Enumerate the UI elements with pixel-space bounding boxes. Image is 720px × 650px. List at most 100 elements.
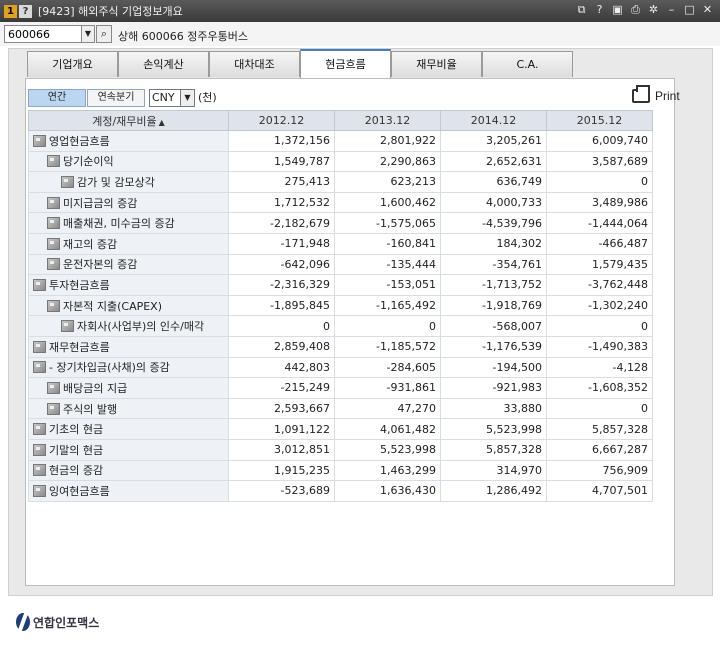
- account-label: 재무현금흐름: [49, 340, 110, 354]
- account-cell[interactable]: 자본적 지출(CAPEX): [28, 294, 229, 317]
- logo-text: 연합인포맥스: [33, 615, 100, 630]
- annual-button[interactable]: 연간: [28, 89, 86, 107]
- chevron-down-icon[interactable]: ▼: [180, 90, 194, 106]
- minimize-icon[interactable]: –: [665, 3, 678, 16]
- tree-node-icon[interactable]: [33, 340, 46, 353]
- value-cell: 2,652,631: [440, 150, 547, 173]
- table-row[interactable]: 운전자본의 증감 -642,096 -135,444 -354,761 1,579,43…: [28, 253, 653, 276]
- table-row[interactable]: 자회사(사업부)의 인수/매각 0 0 -568,007 0: [28, 315, 653, 337]
- account-cell[interactable]: 감가 및 감모상각: [28, 171, 229, 193]
- code-search-button[interactable]: ⌕: [96, 25, 112, 43]
- tree-node-icon[interactable]: [47, 217, 60, 230]
- value-cell: 2,290,863: [334, 150, 441, 173]
- maximize-icon[interactable]: □: [683, 3, 696, 16]
- code-dropdown-button[interactable]: ▼: [81, 25, 95, 43]
- tree-node-icon[interactable]: [33, 423, 46, 436]
- tree-node-icon[interactable]: [33, 134, 46, 147]
- account-cell[interactable]: 주식의 발행: [28, 397, 229, 420]
- table-row[interactable]: 잉여현금흐름 -523,689 1,636,430 1,286,492 4,707,50…: [28, 480, 653, 502]
- value-cell: -135,444: [334, 253, 441, 276]
- table-row[interactable]: 재고의 증감 -171,948 -160,841 184,302 -466,487: [28, 232, 653, 255]
- table-row[interactable]: 재무현금흐름 2,859,408 -1,185,572 -1,176,539 -1,49…: [28, 335, 653, 358]
- account-cell[interactable]: 운전자본의 증감: [28, 253, 229, 276]
- table-row[interactable]: 현금의 증감 1,915,235 1,463,299 314,970 756,909: [28, 459, 653, 482]
- table-row[interactable]: 미지급금의 증감 1,712,532 1,600,462 4,000,733 3,489…: [28, 191, 653, 214]
- settings-icon[interactable]: ✲: [647, 3, 660, 16]
- help-badge[interactable]: ?: [19, 4, 32, 18]
- tree-node-icon[interactable]: [47, 155, 60, 168]
- tree-node-icon[interactable]: [33, 361, 46, 374]
- account-cell[interactable]: 재무현금흐름: [28, 335, 229, 358]
- account-cell[interactable]: 현금의 증감: [28, 459, 229, 482]
- tree-node-icon[interactable]: [47, 258, 60, 271]
- tree-node-icon[interactable]: [61, 320, 74, 333]
- stock-code-input[interactable]: [4, 25, 82, 43]
- value-cell: -284,605: [334, 356, 441, 379]
- value-cell: 5,523,998: [334, 438, 441, 461]
- save-icon[interactable]: ▣: [611, 3, 624, 16]
- link-icon[interactable]: ⧉: [575, 3, 588, 16]
- table-row[interactable]: 자본적 지출(CAPEX) -1,895,845 -1,165,492 -1,918,…: [28, 294, 653, 317]
- table-row[interactable]: 기말의 현금 3,012,851 5,523,998 5,857,328 6,667,2…: [28, 438, 653, 461]
- value-cell: 2,859,408: [228, 335, 335, 358]
- value-cell: -160,841: [334, 232, 441, 255]
- account-cell[interactable]: - 장기차입금(사채)의 증감: [28, 356, 229, 379]
- table-row[interactable]: 매출채권, 미수금의 증감 -2,182,679 -1,575,065 -4,539,…: [28, 212, 653, 234]
- quarterly-button[interactable]: 연속분기: [87, 89, 145, 107]
- value-cell: -171,948: [228, 232, 335, 255]
- account-cell[interactable]: 재고의 증감: [28, 232, 229, 255]
- value-cell: -1,444,064: [546, 212, 653, 234]
- tree-node-icon[interactable]: [47, 381, 60, 394]
- tab-cash-flow[interactable]: 현금흐름: [300, 49, 391, 79]
- tree-node-icon[interactable]: [61, 175, 74, 188]
- account-cell[interactable]: 기초의 현금: [28, 418, 229, 440]
- period-column-header: 2012.12: [228, 110, 335, 131]
- help-icon[interactable]: ?: [593, 3, 606, 16]
- value-cell: -523,689: [228, 480, 335, 502]
- table-row[interactable]: 투자현금흐름 -2,316,329 -153,051 -1,713,752 -3,762…: [28, 274, 653, 296]
- tree-node-icon[interactable]: [47, 402, 60, 415]
- account-cell[interactable]: 미지급금의 증감: [28, 191, 229, 214]
- print-button[interactable]: Print: [632, 85, 680, 103]
- table-row[interactable]: 감가 및 감모상각 275,413 623,213 636,749 0: [28, 171, 653, 193]
- tab-income-statement[interactable]: 손익계산: [118, 51, 209, 77]
- tree-node-icon[interactable]: [47, 196, 60, 209]
- account-cell[interactable]: 당기순이익: [28, 150, 229, 173]
- tab-financial-ratios[interactable]: 재무비율: [391, 51, 482, 77]
- tab-balance-sheet[interactable]: 대차대조: [209, 51, 300, 77]
- tree-node-icon[interactable]: [33, 443, 46, 456]
- table-row[interactable]: 주식의 발행 2,593,667 47,270 33,880 0: [28, 397, 653, 420]
- value-cell: 6,009,740: [546, 130, 653, 152]
- account-cell[interactable]: 자회사(사업부)의 인수/매각: [28, 315, 229, 337]
- account-cell[interactable]: 투자현금흐름: [28, 274, 229, 296]
- tree-node-icon[interactable]: [33, 464, 46, 477]
- value-cell: 0: [546, 315, 653, 337]
- table-row[interactable]: 배당금의 지급 -215,249 -931,861 -921,983 -1,608,35…: [28, 377, 653, 399]
- print-icon[interactable]: ⎙: [629, 3, 642, 16]
- tab-ca[interactable]: C.A.: [482, 51, 573, 77]
- account-cell[interactable]: 잉여현금흐름: [28, 480, 229, 502]
- account-cell[interactable]: 배당금의 지급: [28, 377, 229, 399]
- table-row[interactable]: 당기순이익 1,549,787 2,290,863 2,652,631 3,587,68…: [28, 150, 653, 173]
- account-cell[interactable]: 기말의 현금: [28, 438, 229, 461]
- table-row[interactable]: 기초의 현금 1,091,122 4,061,482 5,523,998 5,857,3…: [28, 418, 653, 440]
- tree-node-icon[interactable]: [33, 278, 46, 291]
- tree-node-icon[interactable]: [33, 484, 46, 497]
- value-cell: 5,857,328: [440, 438, 547, 461]
- tab-company-overview[interactable]: 기업개요: [27, 51, 118, 77]
- account-cell[interactable]: 영업현금흐름: [28, 130, 229, 152]
- tree-node-icon[interactable]: [47, 299, 60, 312]
- currency-select[interactable]: CNY ▼: [149, 89, 195, 107]
- table-row[interactable]: 영업현금흐름 1,372,156 2,801,922 3,205,261 6,009,7…: [28, 130, 653, 152]
- value-cell: 184,302: [440, 232, 547, 255]
- table-row[interactable]: - 장기차입금(사채)의 증감 442,803 -284,605 -194,500 -4…: [28, 356, 653, 379]
- account-cell[interactable]: 매출채권, 미수금의 증감: [28, 212, 229, 234]
- account-column-header[interactable]: 계정/재무비율 ▲: [28, 110, 229, 131]
- window-number-badge[interactable]: 1: [4, 4, 17, 18]
- close-icon[interactable]: ✕: [701, 3, 714, 16]
- value-cell: 2,593,667: [228, 397, 335, 420]
- value-cell: -1,176,539: [440, 335, 547, 358]
- account-label: 미지급금의 증감: [63, 196, 138, 210]
- value-cell: -931,861: [334, 377, 441, 399]
- tree-node-icon[interactable]: [47, 237, 60, 250]
